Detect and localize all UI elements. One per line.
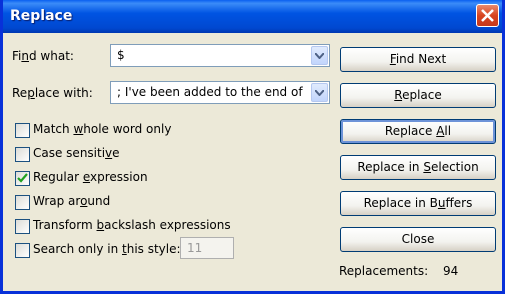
replace-dropdown-button[interactable] xyxy=(311,83,328,102)
chevron-down-icon xyxy=(315,90,324,96)
replace-in-buffers-button[interactable]: Replace in Buffers xyxy=(340,191,496,216)
wrap-around-checkbox[interactable] xyxy=(15,195,30,210)
style-number-input: 11 xyxy=(180,237,234,259)
find-what-value[interactable]: $ xyxy=(117,48,303,62)
match-whole-word-label[interactable]: Match whole word only xyxy=(33,122,171,136)
find-what-combo[interactable]: $ xyxy=(110,44,330,67)
find-what-label: Find what: xyxy=(12,49,74,63)
replace-with-value[interactable]: ; I've been added to the end of every li… xyxy=(117,85,303,99)
replace-button[interactable]: Replace xyxy=(340,83,496,108)
wrap-around-label[interactable]: Wrap around xyxy=(33,194,110,208)
replace-all-button[interactable]: Replace All xyxy=(340,119,496,144)
match-whole-word-checkbox[interactable] xyxy=(15,123,30,138)
search-only-in-style-checkbox[interactable] xyxy=(15,243,30,258)
close-button[interactable]: Close xyxy=(340,227,496,252)
dialog-title: Replace xyxy=(10,8,73,24)
regular-expression-label[interactable]: Regular expression xyxy=(33,170,148,184)
close-window-button[interactable] xyxy=(476,4,499,27)
case-sensitive-checkbox[interactable] xyxy=(15,147,30,162)
replacements-count: 94 xyxy=(443,264,459,278)
replace-with-label: Replace with: xyxy=(12,86,93,100)
find-dropdown-button[interactable] xyxy=(311,46,328,65)
replace-with-combo[interactable]: ; I've been added to the end of every li… xyxy=(110,81,330,104)
search-only-in-style-label[interactable]: Search only in this style: xyxy=(33,242,181,256)
regular-expression-checkbox[interactable] xyxy=(15,171,30,186)
replace-dialog: Replace Find what: $ Replace with: ; I'v… xyxy=(0,0,505,294)
replacements-label: Replacements: xyxy=(339,264,429,278)
replace-in-selection-button[interactable]: Replace in Selection xyxy=(340,155,496,180)
find-next-button[interactable]: Find Next xyxy=(340,47,496,72)
title-bar: Replace xyxy=(3,0,502,33)
case-sensitive-label[interactable]: Case sensitive xyxy=(33,146,120,160)
transform-backslash-checkbox[interactable] xyxy=(15,219,30,234)
transform-backslash-label[interactable]: Transform backslash expressions xyxy=(33,218,231,232)
chevron-down-icon xyxy=(315,53,324,59)
checkmark-icon xyxy=(17,173,28,183)
close-icon xyxy=(481,9,494,22)
